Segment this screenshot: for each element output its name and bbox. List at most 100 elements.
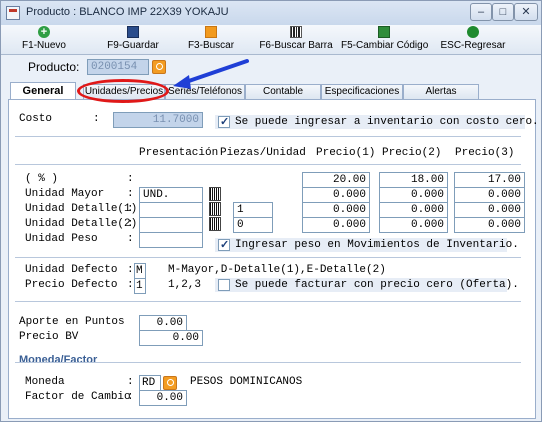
unidad-detalle-2-precio-1-field[interactable]: 0.000 — [302, 217, 370, 233]
barcode-search-button[interactable]: F6-Buscar Barra — [259, 26, 333, 54]
product-search-icon[interactable] — [152, 60, 166, 74]
close-button[interactable]: ✕ — [514, 3, 538, 21]
unidad-detalle-1-precio-1-field[interactable]: 0.000 — [302, 202, 370, 218]
unidad-detalle-1-precio-3-field[interactable]: 0.000 — [454, 202, 525, 218]
barcode-search-button-label: F6-Buscar Barra — [259, 40, 333, 51]
unidad-defecto-field[interactable]: M — [134, 263, 146, 279]
header-precio-3: Precio(3) — [455, 147, 515, 159]
unidad-detalle-2-precio-2-field[interactable]: 0.000 — [379, 217, 448, 233]
new-button-label: F1-Nuevo — [22, 40, 66, 51]
barcode-icon[interactable] — [209, 217, 221, 231]
divider — [15, 257, 521, 258]
tab-contable[interactable]: Contable — [245, 84, 321, 99]
divider — [15, 164, 521, 165]
factor-cambio-field[interactable]: 0.00 — [139, 390, 187, 406]
factor-cambio-colon: : — [127, 391, 134, 403]
header-precio-2: Precio(2) — [382, 147, 442, 159]
annotation-arrow-icon — [173, 59, 249, 89]
unidad-defecto-colon: : — [127, 264, 134, 276]
header-precio-1: Precio(1) — [316, 147, 376, 159]
divider — [15, 136, 521, 137]
back-icon — [467, 26, 479, 38]
aporte-puntos-label: Aporte en Puntos — [19, 316, 125, 328]
window-title: Producto : BLANCO IMP 22X39 YOKAJU — [26, 6, 229, 18]
zero-cost-label: Se puede ingresar a inventario con costo… — [235, 116, 539, 128]
save-button[interactable]: F9-Guardar — [99, 26, 167, 54]
header-piezas: Piezas/Unidad — [220, 147, 306, 159]
barcode-icon — [290, 26, 302, 38]
unidad-detalle-2-colon: : — [127, 218, 134, 230]
search-button[interactable]: F3-Buscar — [185, 26, 237, 54]
unidad-peso-colon: : — [127, 233, 134, 245]
cost-label: Costo — [19, 113, 53, 125]
search-button-label: F3-Buscar — [187, 40, 235, 51]
precio-defecto-field[interactable]: 1 — [134, 278, 146, 294]
save-icon — [127, 26, 139, 38]
percent-3-field[interactable]: 17.00 — [454, 172, 525, 188]
unidad-mayor-precio-3-field[interactable]: 0.000 — [454, 187, 525, 203]
unidad-mayor-precio-1-field[interactable]: 0.000 — [302, 187, 370, 203]
unidad-mayor-precio-2-field[interactable]: 0.000 — [379, 187, 448, 203]
percent-2-field[interactable]: 18.00 — [379, 172, 448, 188]
highlight-ellipse — [77, 79, 169, 103]
new-button[interactable]: + F1-Nuevo — [19, 26, 69, 54]
barcode-icon[interactable] — [209, 187, 221, 201]
app-icon — [6, 6, 20, 20]
peso-checkbox[interactable] — [218, 238, 230, 251]
change-code-button[interactable]: F5-Cambiar Código — [341, 26, 429, 54]
title-bar: Producto : BLANCO IMP 22X39 YOKAJU – □ ✕ — [1, 1, 541, 25]
back-button-label: ESC-Regresar — [440, 40, 506, 51]
unidad-detalle-2-piezas-field[interactable]: 0 — [233, 217, 273, 233]
unidad-detalle-1-presentacion-field[interactable] — [139, 202, 203, 218]
barcode-icon[interactable] — [209, 202, 221, 216]
unidad-detalle-1-precio-2-field[interactable]: 0.000 — [379, 202, 448, 218]
search-icon — [205, 26, 217, 38]
moneda-search-icon[interactable] — [163, 376, 177, 390]
unidad-detalle-2-label: Unidad Detalle(2) — [25, 218, 138, 230]
percent-label: ( % ) — [25, 173, 59, 185]
aporte-puntos-field[interactable]: 0.00 — [139, 315, 187, 331]
precio-defecto-label: Precio Defecto — [25, 279, 118, 291]
tab-general[interactable]: General — [10, 82, 76, 100]
change-code-button-label: F5-Cambiar Código — [341, 40, 429, 51]
unidad-mayor-presentacion-field[interactable]: UND. — [139, 187, 203, 203]
product-label: Producto: — [28, 60, 80, 74]
cost-field[interactable]: 11.7000 — [113, 112, 203, 128]
moneda-field[interactable]: RD — [139, 375, 161, 391]
minimize-button[interactable]: – — [470, 3, 492, 21]
toolbar: + F1-Nuevo F9-Guardar F3-Buscar F6-Busca… — [1, 25, 541, 55]
unidad-defecto-hint: M-Mayor,D-Detalle(1),E-Detalle(2) — [168, 264, 386, 276]
unidad-peso-presentacion-field[interactable] — [139, 232, 203, 248]
unidad-detalle-2-precio-3-field[interactable]: 0.000 — [454, 217, 525, 233]
header-presentacion: Presentación — [139, 147, 219, 159]
tab-especificaciones[interactable]: Especificaciones — [321, 84, 403, 99]
product-code-field[interactable]: 0200154 — [87, 59, 149, 75]
back-button[interactable]: ESC-Regresar — [437, 26, 509, 54]
unidad-mayor-colon: : — [127, 188, 134, 200]
percent-1-field[interactable]: 20.00 — [302, 172, 370, 188]
unidad-detalle-2-presentacion-field[interactable] — [139, 217, 203, 233]
zero-price-checkbox[interactable] — [218, 279, 230, 291]
zero-price-label: Se puede facturar con precio cero (Ofert… — [235, 279, 519, 291]
zero-cost-checkbox[interactable] — [218, 115, 230, 128]
maximize-button[interactable]: □ — [492, 3, 514, 21]
precio-bv-label: Precio BV — [19, 331, 79, 343]
precio-defecto-hint: 1,2,3 — [168, 279, 202, 291]
tab-alertas[interactable]: Alertas — [403, 84, 479, 99]
percent-colon: : — [127, 173, 134, 185]
unidad-detalle-1-colon: : — [127, 203, 134, 215]
factor-cambio-label: Factor de Cambio — [25, 391, 131, 403]
product-window: Producto : BLANCO IMP 22X39 YOKAJU – □ ✕… — [0, 0, 542, 422]
unidad-mayor-label: Unidad Mayor — [25, 188, 105, 200]
unidad-defecto-label: Unidad Defecto — [25, 264, 118, 276]
precio-bv-field[interactable]: 0.00 — [139, 330, 203, 346]
peso-label: Ingresar peso en Movimientos de Inventar… — [235, 239, 519, 251]
plus-icon: + — [38, 26, 50, 38]
unidad-detalle-1-label: Unidad Detalle(1) — [25, 203, 138, 215]
code-icon — [378, 26, 390, 38]
moneda-colon: : — [127, 376, 134, 388]
moneda-name: PESOS DOMINICANOS — [190, 376, 303, 388]
moneda-factor-section-title: Moneda/Factor — [19, 354, 98, 366]
cost-colon: : — [93, 113, 100, 125]
unidad-detalle-1-piezas-field[interactable]: 1 — [233, 202, 273, 218]
